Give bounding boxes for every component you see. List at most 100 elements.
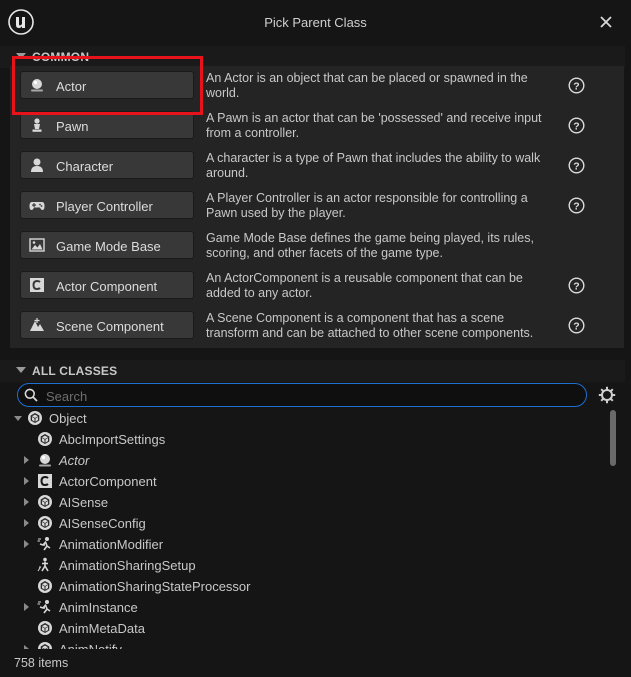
actor-icon	[31, 79, 43, 92]
tree-item[interactable]: Actor	[10, 450, 610, 471]
settings-gear-icon[interactable]	[598, 386, 616, 404]
collapse-arrow-icon[interactable]	[14, 416, 22, 421]
help-icon[interactable]: ?	[568, 317, 585, 334]
actor-description: An Actor is an object that can be placed…	[206, 71, 528, 100]
search-icon	[24, 388, 38, 402]
item-count: 758 items	[14, 656, 69, 670]
animation-sharing-icon	[37, 557, 49, 572]
object-icon	[38, 579, 52, 593]
tree-item[interactable]: AnimationSharingStateProcessor	[10, 576, 610, 597]
expand-arrow-icon[interactable]	[24, 603, 29, 611]
common-row-player-controller: Player Controller A Player Controller is…	[10, 186, 624, 226]
expand-arrow-icon[interactable]	[24, 477, 29, 485]
tree-item[interactable]: AbcImportSettings	[10, 429, 610, 450]
search-box	[17, 383, 587, 407]
game-mode-base-button-label: Game Mode Base	[56, 239, 161, 254]
actor-button-label: Actor	[56, 79, 87, 94]
pawn-description: A Pawn is an actor that can be 'possesse…	[206, 111, 542, 140]
close-icon	[600, 16, 612, 28]
tree-item-label: ActorComponent	[59, 474, 157, 489]
tree-item[interactable]: AnimationModifier	[10, 534, 610, 555]
object-icon	[38, 432, 52, 446]
class-tree: Object AbcImportSettings Actor ActorCompone…	[10, 408, 610, 649]
status-bar: 758 items	[0, 650, 631, 677]
svg-text:?: ?	[573, 80, 579, 92]
pawn-icon	[32, 118, 42, 132]
pawn-button-label: Pawn	[56, 119, 89, 134]
common-section-label: COMMON	[32, 50, 90, 64]
animation-icon	[37, 600, 51, 614]
expand-arrow-icon[interactable]	[24, 519, 29, 527]
actor-component-button-label: Actor Component	[56, 279, 158, 294]
object-icon	[38, 516, 52, 530]
scene-component-icon	[30, 318, 44, 331]
collapse-arrow-icon	[16, 367, 26, 373]
title-bar: Pick Parent Class	[0, 0, 631, 46]
player-controller-class-button[interactable]: Player Controller	[20, 191, 194, 219]
common-row-game-mode-base: Game Mode Base Game Mode Base defines th…	[10, 226, 624, 266]
common-row-actor: Actor An Actor is an object that can be …	[10, 66, 624, 106]
tree-item[interactable]: AnimNotify	[10, 639, 610, 649]
tree-item[interactable]: AISenseConfig	[10, 513, 610, 534]
tree-item[interactable]: AnimMetaData	[10, 618, 610, 639]
svg-text:?: ?	[573, 320, 579, 332]
tree-item[interactable]: AISense	[10, 492, 610, 513]
actor-component-icon	[30, 278, 44, 292]
common-row-actor-component: Actor Component An ActorComponent is a r…	[10, 266, 624, 306]
player-controller-button-label: Player Controller	[56, 199, 153, 214]
actor-component-description: An ActorComponent is a reusable componen…	[206, 271, 523, 300]
common-section-header[interactable]: COMMON	[0, 46, 625, 68]
object-icon	[28, 411, 42, 425]
help-icon[interactable]: ?	[568, 77, 585, 94]
window-title: Pick Parent Class	[264, 15, 367, 30]
svg-text:?: ?	[573, 280, 579, 292]
game-mode-base-class-button[interactable]: Game Mode Base	[20, 231, 194, 259]
help-icon[interactable]: ?	[568, 197, 585, 214]
object-icon	[38, 642, 52, 649]
tree-item-label: AISense	[59, 495, 109, 510]
animation-icon	[37, 537, 51, 551]
tree-item-label: AnimationSharingSetup	[59, 558, 196, 573]
tree-item-label: AnimationModifier	[59, 537, 164, 552]
collapse-arrow-icon	[16, 53, 26, 59]
tree-item-label: Object	[49, 411, 87, 426]
expand-arrow-icon[interactable]	[24, 456, 29, 464]
player-controller-description: A Player Controller is an actor responsi…	[206, 191, 528, 220]
tree-item[interactable]: AnimInstance	[10, 597, 610, 618]
tree-item-label: AnimationSharingStateProcessor	[59, 579, 251, 594]
actor-icon	[39, 454, 51, 467]
actor-class-button[interactable]: Actor	[20, 71, 194, 99]
search-input[interactable]	[44, 386, 578, 406]
help-icon[interactable]: ?	[568, 277, 585, 294]
expand-arrow-icon[interactable]	[24, 645, 29, 649]
game-mode-icon	[29, 238, 45, 252]
all-classes-section-label: ALL CLASSES	[32, 364, 118, 378]
actor-component-icon	[38, 474, 52, 488]
expand-arrow-icon[interactable]	[24, 498, 29, 506]
common-row-pawn: Pawn A Pawn is an actor that can be 'pos…	[10, 106, 624, 146]
tree-item[interactable]: AnimationSharingSetup	[10, 555, 610, 576]
tree-item-label: Actor	[59, 453, 90, 468]
character-icon	[31, 158, 43, 172]
tree-item[interactable]: Object	[10, 408, 610, 429]
svg-text:?: ?	[573, 160, 579, 172]
help-icon[interactable]: ?	[568, 117, 585, 134]
actor-component-class-button[interactable]: Actor Component	[20, 271, 194, 299]
tree-item-label: AISenseConfig	[59, 516, 146, 531]
all-classes-section-header[interactable]: ALL CLASSES	[0, 360, 625, 382]
tree-item-label: AnimNotify	[59, 642, 122, 649]
svg-text:?: ?	[573, 200, 579, 212]
character-class-button[interactable]: Character	[20, 151, 194, 179]
common-classes-panel: Actor An Actor is an object that can be …	[10, 66, 624, 348]
help-icon[interactable]: ?	[568, 157, 585, 174]
gamepad-icon	[29, 202, 45, 210]
scene-component-button-label: Scene Component	[56, 319, 164, 334]
tree-scrollbar-thumb[interactable]	[610, 410, 616, 466]
pawn-class-button[interactable]: Pawn	[20, 111, 194, 139]
expand-arrow-icon[interactable]	[24, 540, 29, 548]
tree-item[interactable]: ActorComponent	[10, 471, 610, 492]
character-description: A character is a type of Pawn that inclu…	[206, 151, 541, 180]
close-button[interactable]	[595, 11, 617, 33]
scene-component-class-button[interactable]: Scene Component	[20, 311, 194, 339]
tree-item-label: AnimMetaData	[59, 621, 145, 636]
